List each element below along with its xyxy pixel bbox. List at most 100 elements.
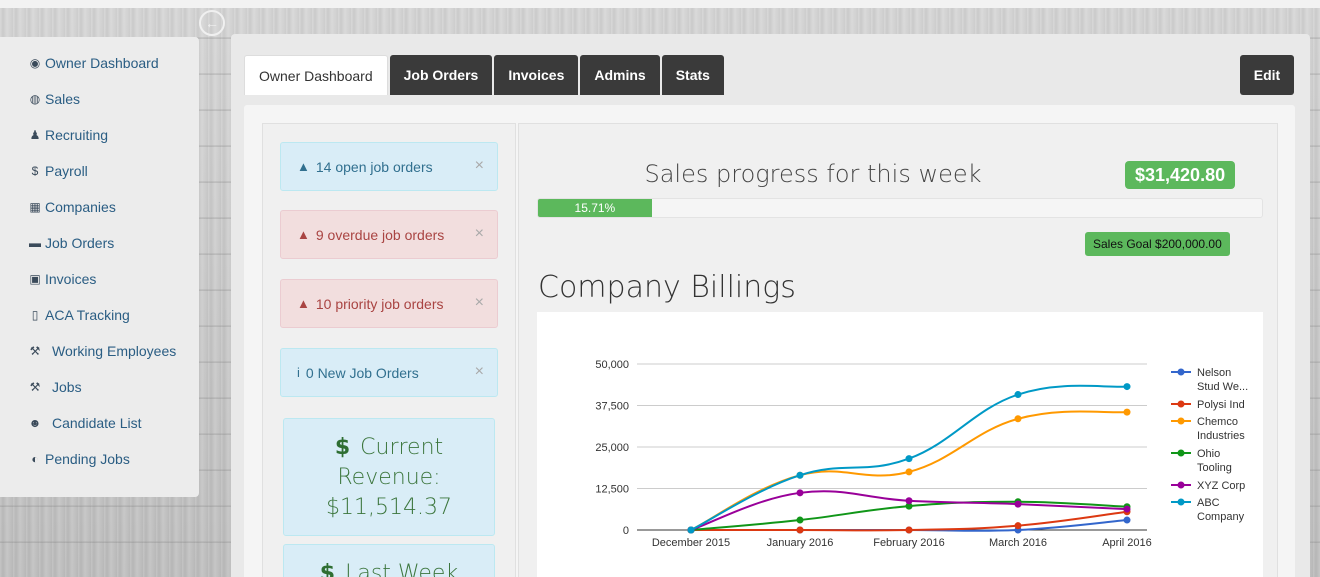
alert-14-open-job-orders: ▲ 14 open job orders ×: [280, 142, 498, 191]
main-panel: Owner Dashboard Job Orders Invoices Admins S…: [231, 34, 1310, 577]
tab-stats[interactable]: Stats: [661, 55, 724, 95]
current-revenue-card: $ Current Revenue: $11,514.37: [283, 418, 495, 536]
data-point: [796, 471, 804, 479]
alert-10-priority-job-orders: ▲ 10 priority job orders ×: [280, 279, 498, 328]
data-point: [796, 526, 804, 534]
sidebar-item-label: Invoices: [45, 271, 97, 287]
sidebar-item-label: ACA Tracking: [45, 307, 130, 323]
x-tick-label: April 2016: [1102, 537, 1152, 549]
x-tick-label: January 2016: [767, 537, 834, 549]
legend-label: Ohio: [1197, 448, 1220, 460]
data-point: [1123, 505, 1131, 513]
tab-bar: Owner Dashboard Job Orders Invoices Admins S…: [244, 55, 726, 95]
edit-button[interactable]: Edit: [1240, 55, 1294, 95]
data-point: [687, 526, 695, 534]
sidebar-item-job-orders[interactable]: ▬ Job Orders: [0, 225, 199, 261]
sidebar-item-recruiting[interactable]: ♟ Recruiting: [0, 117, 199, 153]
legend-marker: [1177, 368, 1185, 376]
y-tick-label: 25,000: [595, 442, 629, 454]
warning-icon: ▲: [297, 159, 310, 174]
legend-label: Tooling: [1197, 462, 1232, 474]
back-arrow-icon[interactable]: ←: [199, 10, 225, 36]
sidebar-item-owner-dashboard[interactable]: ◉ Owner Dashboard: [0, 45, 199, 81]
current-revenue-label-2: Revenue:: [337, 465, 441, 490]
sidebar-item-working-employees[interactable]: ⚒ Working Employees: [0, 333, 199, 369]
x-tick-label: March 2016: [989, 537, 1047, 549]
legend-label: Stud We...: [1197, 381, 1248, 393]
pause-circle-icon: ◐: [31, 452, 39, 466]
dollar-icon: $: [31, 164, 39, 178]
data-point: [796, 516, 804, 524]
sidebar-item-label: Sales: [45, 91, 81, 107]
info-icon: i: [297, 365, 300, 380]
tab-job-orders[interactable]: Job Orders: [389, 55, 493, 95]
sidebar-item-label: Payroll: [45, 163, 88, 179]
data-point: [905, 455, 913, 463]
legend-label: XYZ Corp: [1197, 480, 1245, 492]
tab-invoices[interactable]: Invoices: [494, 55, 579, 95]
sidebar-item-label: Candidate List: [52, 415, 142, 431]
current-revenue-value: $11,514.37: [326, 495, 452, 520]
globe-icon: ◍: [29, 92, 41, 106]
legend-label: Chemco: [1197, 416, 1238, 428]
x-tick-label: December 2015: [652, 537, 730, 549]
tab-owner-dashboard[interactable]: Owner Dashboard: [244, 55, 388, 95]
legend-marker: [1177, 498, 1185, 506]
file-icon: ▯: [31, 308, 39, 322]
sidebar-item-jobs[interactable]: ⚒ Jobs: [0, 369, 199, 405]
sidebar-item-label: Companies: [45, 199, 116, 215]
users-icon: ☻: [28, 416, 42, 430]
sales-panel: Sales progress for this week $31,420.80 …: [518, 123, 1278, 577]
data-point: [796, 489, 804, 497]
data-point: [1014, 391, 1022, 399]
sidebar-item-label: Working Employees: [52, 343, 177, 359]
alert-text: 10 priority job orders: [315, 295, 444, 312]
data-point: [905, 468, 913, 476]
sidebar-item-pending-jobs[interactable]: ◐ Pending Jobs: [0, 441, 199, 477]
close-icon[interactable]: ×: [475, 157, 484, 175]
data-point: [1014, 500, 1022, 508]
data-point: [1123, 408, 1131, 416]
close-icon[interactable]: ×: [475, 225, 484, 243]
sales-goal-badge: Sales Goal $200,000.00: [1085, 232, 1230, 256]
legend-label: Company: [1197, 511, 1245, 523]
legend-label: Industries: [1197, 430, 1245, 442]
dollar-icon: $: [319, 561, 336, 577]
sidebar-item-candidate-list[interactable]: ☻ Candidate List: [0, 405, 199, 441]
warning-icon: ▲: [297, 296, 310, 311]
alert-text: 0 New Job Orders: [305, 364, 419, 381]
last-week-label: Last Week: [345, 561, 459, 577]
sidebar-item-aca-tracking[interactable]: ▯ ACA Tracking: [0, 297, 199, 333]
x-tick-label: February 2016: [873, 537, 945, 549]
data-point: [905, 497, 913, 505]
legend-marker: [1177, 481, 1185, 489]
alert-0-new-job-orders: i 0 New Job Orders ×: [280, 348, 498, 397]
legend-marker: [1177, 417, 1185, 425]
data-point: [1014, 415, 1022, 423]
close-icon[interactable]: ×: [475, 294, 484, 312]
warning-icon: ▲: [297, 227, 310, 242]
y-tick-label: 0: [623, 525, 629, 537]
dollar-icon: $: [334, 435, 351, 460]
money-icon: ▣: [29, 272, 41, 286]
legend-marker: [1177, 449, 1185, 457]
dashboard-icon: ◉: [29, 56, 41, 70]
legend-label: Nelson: [1197, 367, 1231, 379]
last-week-revenue-card: $ Last Week: [283, 544, 495, 577]
sidebar: ◉ Owner Dashboard ◍ Sales ♟ Recruiting $ Payrol…: [0, 37, 199, 497]
sidebar-item-payroll[interactable]: $ Payroll: [0, 153, 199, 189]
dashboard-content: $ Current Revenue: $11,514.37 $ Last Week …: [244, 105, 1295, 577]
sidebar-item-sales[interactable]: ◍ Sales: [0, 81, 199, 117]
data-point: [1014, 522, 1022, 530]
sidebar-item-invoices[interactable]: ▣ Invoices: [0, 261, 199, 297]
sidebar-item-label: Recruiting: [45, 127, 109, 143]
close-icon[interactable]: ×: [475, 363, 484, 381]
sidebar-item-label: Job Orders: [45, 235, 115, 251]
sidebar-item-companies[interactable]: ▦ Companies: [0, 189, 199, 225]
alert-text: 9 overdue job orders: [315, 226, 445, 243]
legend-label: Polysi Ind: [1197, 399, 1245, 411]
tab-admins[interactable]: Admins: [580, 55, 660, 95]
wrench-icon: ⚒: [29, 344, 41, 358]
sales-progress-title: Sales progress for this week: [644, 160, 982, 188]
data-point: [905, 526, 913, 534]
